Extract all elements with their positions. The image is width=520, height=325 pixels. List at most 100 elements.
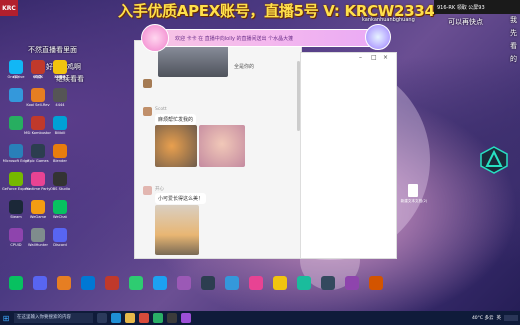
desktop-icon[interactable]: 4444 [46,88,74,107]
app-icon [9,172,23,186]
chat-photo-3[interactable] [199,125,245,167]
app-icon [53,172,67,186]
app-icon [249,276,263,290]
weather-text[interactable]: 40°C 多云 [472,315,494,321]
edge-taskbar-icon[interactable] [111,313,121,323]
chat-sender-3: 开心 [155,187,164,192]
danmu-6: 的 [510,55,517,63]
app-icon [53,60,67,74]
app-icon [31,144,45,158]
language-indicator[interactable]: 英 [497,315,502,321]
chat-message-2: 麻烦帮忙发我的 [155,114,197,125]
clock-text[interactable] [504,315,518,321]
desktop-icon[interactable]: QQ [2,60,30,79]
chat-photo-1[interactable] [158,45,228,77]
app-icon [105,276,119,290]
app-icon [177,276,191,290]
app-icon [31,88,45,102]
bottom-desktop-icon[interactable] [362,276,390,290]
app-icon [53,200,67,214]
app-icon [321,276,335,290]
crystal-badge-icon [365,24,391,50]
chat-message-1: 全是你的 [234,64,255,70]
danmu-2: 可以再快点 [448,18,483,26]
app-icon [9,144,23,158]
taskview-icon[interactable] [97,313,107,323]
app-icon [31,60,45,74]
app-icon [31,200,45,214]
stream-status-panel: 916-RK 领取 公屏93 [434,0,520,14]
app-icon [9,116,23,130]
windows-start-icon[interactable]: ⊞ [0,311,12,325]
desktop-icon[interactable]: Blender [46,144,74,163]
chrome-taskbar-icon[interactable] [139,313,149,323]
explorer-taskbar-icon[interactable] [125,313,135,323]
status-label: 916-RK 领取 公屏93 [437,4,485,11]
app-icon [9,228,23,242]
app-icon [153,276,167,290]
app-icon [57,276,71,290]
chat-sender-2: Scott [155,107,167,112]
app-icon [53,144,67,158]
system-tray: 40°C 多云 英 [472,311,518,325]
desktop-icon[interactable]: OBS Studio [46,172,74,191]
chat-avatar-1[interactable] [143,79,152,88]
desktop-icon[interactable]: Bilibili [46,116,74,135]
desktop-icon-label: Bilibili [54,131,66,135]
app-icon [9,60,23,74]
chat-photo-4[interactable] [155,205,199,255]
text-file-icon[interactable] [408,184,418,197]
app-icon [9,88,23,102]
right-blank-window[interactable]: – □ × [300,52,397,259]
app-icon [345,276,359,290]
maximize-button[interactable]: □ [371,54,377,61]
app-icon [53,228,67,242]
desktop-icon-label: 4444 [55,103,65,107]
app-icon [31,228,45,242]
desktop-icon-label: WeChat [53,215,67,219]
app-icon [81,276,95,290]
text-file-label: 新建文本文档(2) [400,199,428,203]
chat-avatar-2[interactable] [143,107,152,116]
swan-badge-icon [141,24,169,52]
app-icon [33,276,47,290]
minimize-button[interactable]: – [359,54,362,61]
desktop-icon-label: YY语音 [54,75,66,79]
obs-taskbar-icon[interactable] [167,313,177,323]
app-icon [53,116,67,130]
danmu-1: kankanhuanbghuang [362,17,415,23]
app-taskbar-icon[interactable] [181,313,191,323]
desktop-icon[interactable]: WeChat [46,200,74,219]
desktop-icon-label: QQ [13,75,19,79]
app-icon [53,88,67,102]
app-icon [273,276,287,290]
desktop-icon-label: Discord [53,243,67,247]
app-icon [9,200,23,214]
app-icon [369,276,383,290]
taskbar: ⊞ 在这里输入你要搜索的内容 40°C 多云 英 [0,311,520,325]
danmu-5: 看 [510,42,517,50]
chat-photo-2[interactable] [155,125,197,167]
app-icon [31,172,45,186]
chat-window[interactable]: 全是你的 Scott 麻烦帮忙发我的 开心 小可爱长得这么美！ [134,40,302,259]
desktop-icon[interactable]: YY语音 [46,60,74,79]
apex-logo-icon[interactable] [480,146,508,174]
app-icon [297,276,311,290]
chat-message-3: 小可爱长得这么美！ [155,193,207,204]
danmu-3: 我 [510,16,517,24]
danmu-4: 先 [510,29,517,37]
chat-avatar-3[interactable] [143,186,152,195]
wechat-taskbar-icon[interactable] [153,313,163,323]
close-button[interactable]: × [383,54,388,61]
stream-logo-text: KRC [2,4,16,12]
app-icon [225,276,239,290]
danmu-7: 不然直播看里面 [28,46,77,54]
app-icon [129,276,143,290]
desktop-icon[interactable]: Discord [46,228,74,247]
app-icon [201,276,215,290]
app-icon [9,276,23,290]
app-icon [31,116,45,130]
taskbar-search-input[interactable]: 在这里输入你要搜索的内容 [14,313,93,323]
notification-text: 欢迎 卡卡 在 直播中向lolly 的直播间送出 个水晶大蓬 [175,35,294,42]
stream-logo: KRC [0,0,18,16]
